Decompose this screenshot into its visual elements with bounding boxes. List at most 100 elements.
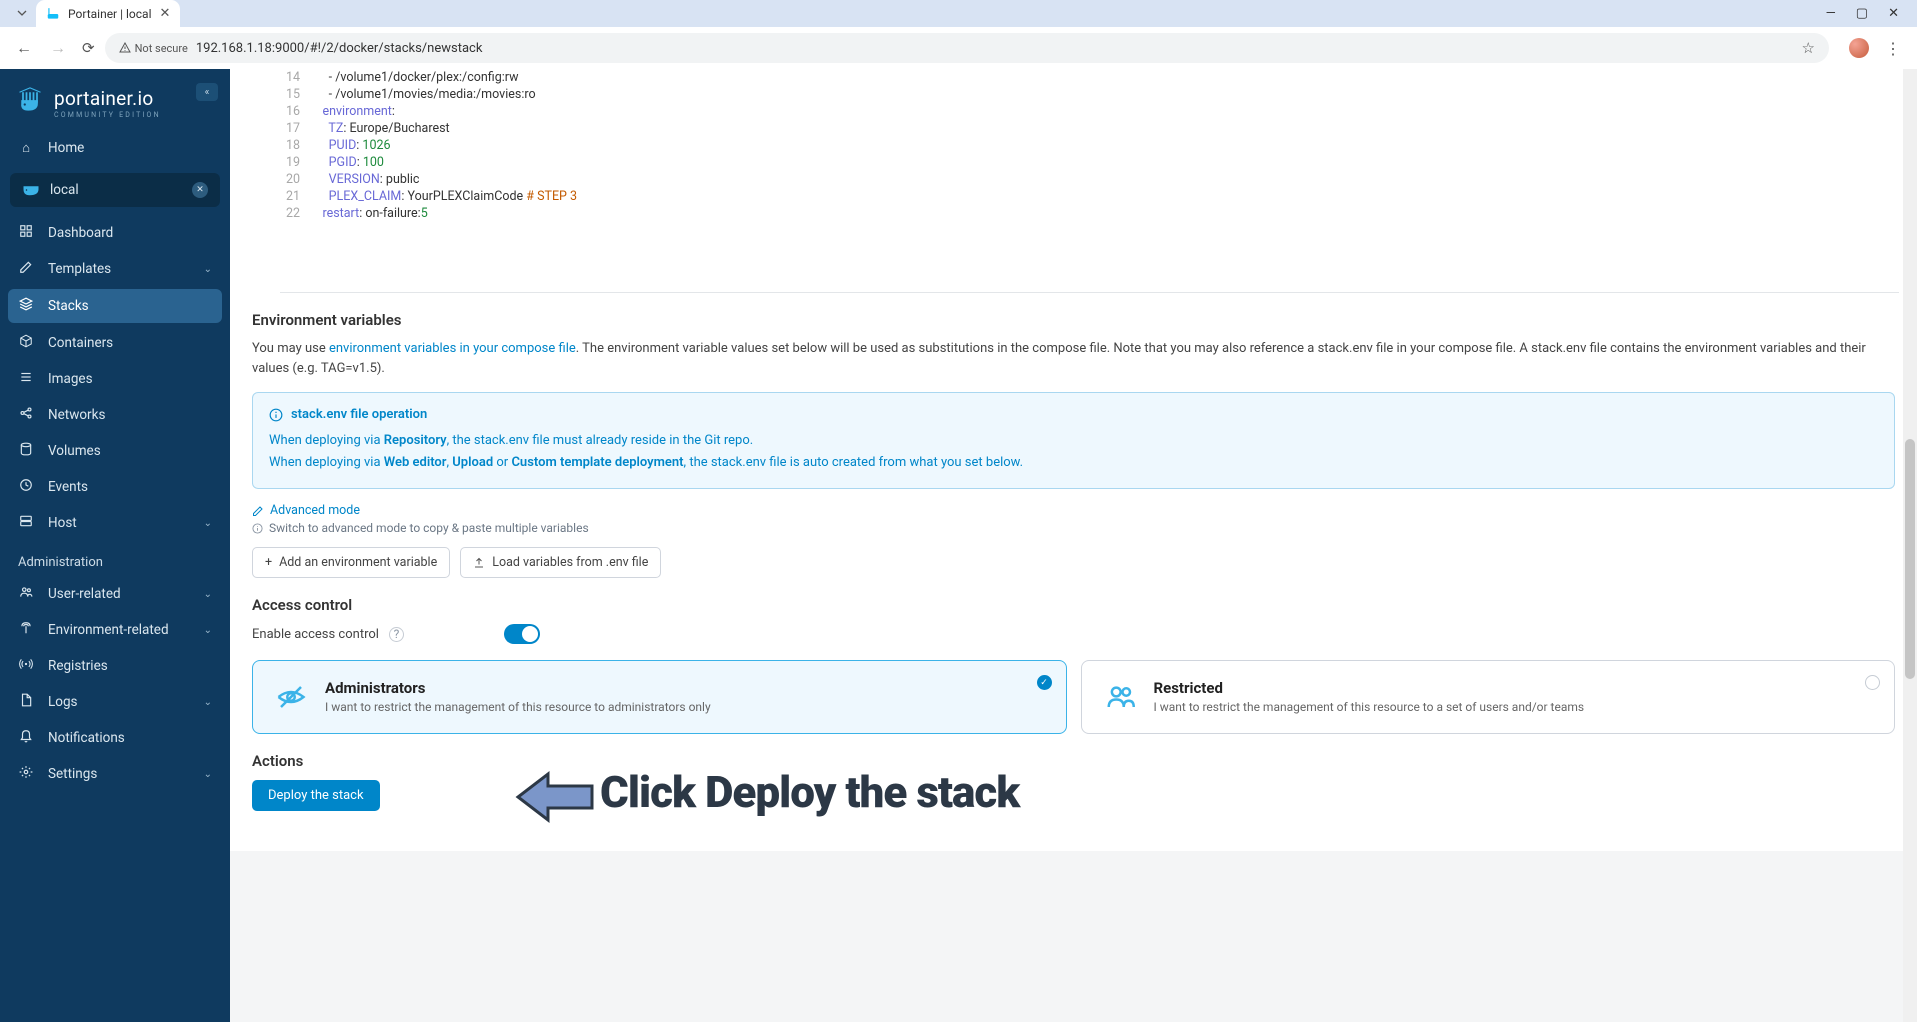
minimize-button[interactable]: —	[1826, 6, 1836, 21]
box-icon	[18, 334, 34, 352]
share-icon	[18, 406, 34, 424]
edit-icon	[252, 505, 264, 517]
tab-title: Portainer | local	[68, 7, 152, 21]
users-icon	[1102, 679, 1138, 715]
sidebar-item-templates[interactable]: Templates⌄	[0, 251, 230, 287]
clock-icon	[18, 478, 34, 496]
gear-icon	[18, 765, 34, 783]
antenna-icon	[18, 621, 34, 639]
chevron-down-icon: ⌄	[204, 518, 212, 529]
code-content[interactable]: - /volume1/docker/plex:/config:rw - /vol…	[310, 69, 1899, 222]
browser-tab-strip: Portainer | local ✕ — ▢ ✕	[0, 0, 1917, 27]
back-button[interactable]: ←	[16, 38, 32, 58]
warning-icon	[119, 42, 131, 54]
edit-icon	[18, 260, 34, 278]
sidebar-item-notifications[interactable]: Notifications	[0, 720, 230, 756]
add-env-var-button[interactable]: + Add an environment variable	[252, 547, 450, 578]
enable-access-label: Enable access control	[252, 627, 379, 642]
card-admins-sub: I want to restrict the management of thi…	[325, 700, 711, 714]
sidebar-item-containers[interactable]: Containers	[0, 325, 230, 361]
close-window-button[interactable]: ✕	[1888, 6, 1899, 21]
sidebar-item-images[interactable]: Images	[0, 361, 230, 397]
sidebar: portainer.io COMMUNITY EDITION « ⌂ Home …	[0, 69, 230, 1022]
grid-icon	[18, 224, 34, 242]
tutorial-annotation: Click Deploy the stack	[600, 766, 1019, 818]
scrollbar-track[interactable]	[1903, 69, 1917, 1022]
scrollbar-thumb[interactable]	[1905, 439, 1915, 679]
sidebar-item-dashboard[interactable]: Dashboard	[0, 215, 230, 251]
env-vars-help: You may use environment variables in you…	[252, 339, 1895, 378]
browser-tab[interactable]: Portainer | local ✕	[36, 0, 180, 27]
sidebar-item-networks[interactable]: Networks	[0, 397, 230, 433]
layers-icon	[18, 297, 34, 315]
chevron-down-icon: ⌄	[204, 769, 212, 780]
plus-icon: +	[265, 555, 272, 570]
advanced-mode-link[interactable]: Advanced mode	[252, 503, 1895, 518]
window-controls: — ▢ ✕	[1808, 0, 1917, 27]
sidebar-collapse-button[interactable]: «	[196, 83, 218, 101]
sidebar-header: portainer.io COMMUNITY EDITION «	[0, 69, 230, 131]
security-indicator[interactable]: Not secure	[119, 42, 188, 55]
line-gutter: 141516171819202122	[280, 69, 310, 222]
logo-subtitle: COMMUNITY EDITION	[54, 111, 161, 119]
admin-section-title: Administration	[0, 541, 230, 576]
card-restricted-title: Restricted	[1154, 679, 1585, 697]
close-tab-icon[interactable]: ✕	[160, 6, 171, 21]
info-small-icon	[252, 523, 263, 534]
card-restricted-sub: I want to restrict the management of thi…	[1154, 700, 1585, 714]
maximize-button[interactable]: ▢	[1856, 6, 1868, 21]
env-vars-doc-link[interactable]: environment variables in your compose fi…	[329, 341, 576, 356]
main-content: 141516171819202122 - /volume1/docker/ple…	[230, 69, 1917, 1022]
bell-icon	[18, 729, 34, 747]
sidebar-item-user-related[interactable]: User-related⌄	[0, 576, 230, 612]
sidebar-item-events[interactable]: Events	[0, 469, 230, 505]
reload-button[interactable]: ⟳	[82, 39, 95, 57]
env-selector[interactable]: local ✕	[10, 173, 220, 207]
help-icon[interactable]: ?	[389, 627, 404, 642]
forward-button[interactable]: →	[50, 38, 66, 58]
home-icon: ⌂	[18, 140, 34, 156]
tab-list-dropdown[interactable]	[13, 4, 31, 22]
address-bar[interactable]: Not secure 192.168.1.18:9000/#!/2/docker…	[105, 33, 1829, 63]
access-control-heading: Access control	[252, 596, 1895, 614]
users-icon	[18, 585, 34, 603]
list-icon	[18, 370, 34, 388]
portainer-logo-icon	[16, 87, 44, 115]
sidebar-item-environment-related[interactable]: Environment-related⌄	[0, 612, 230, 648]
browser-toolbar: ← → ⟳ Not secure 192.168.1.18:9000/#!/2/…	[0, 27, 1917, 69]
load-env-file-button[interactable]: Load variables from .env file	[460, 547, 661, 578]
portainer-favicon-icon	[46, 7, 60, 21]
deploy-stack-button[interactable]: Deploy the stack	[252, 780, 380, 811]
profile-avatar[interactable]	[1849, 38, 1869, 58]
sidebar-item-volumes[interactable]: Volumes	[0, 433, 230, 469]
env-label: local	[50, 182, 79, 198]
chevron-down-icon: ⌄	[204, 625, 212, 636]
access-admins-card[interactable]: Administrators I want to restrict the ma…	[252, 660, 1067, 734]
chevron-down-icon: ⌄	[204, 589, 212, 600]
chevron-down-icon: ⌄	[204, 697, 212, 708]
check-badge-icon: ✓	[1037, 675, 1052, 690]
access-restricted-card[interactable]: Restricted I want to restrict the manage…	[1081, 660, 1896, 734]
sidebar-item-settings[interactable]: Settings⌄	[0, 756, 230, 792]
docker-whale-icon	[22, 183, 40, 197]
browser-menu-icon[interactable]: ⋮	[1885, 39, 1901, 58]
access-control-toggle[interactable]	[504, 624, 540, 644]
stack-env-info: stack.env file operation When deploying …	[252, 392, 1895, 489]
sidebar-home[interactable]: ⌂ Home	[0, 131, 230, 165]
bookmark-star-icon[interactable]: ☆	[1802, 39, 1815, 57]
radio-icon	[18, 657, 34, 675]
upload-icon	[473, 557, 485, 569]
logo-title: portainer.io	[54, 87, 161, 110]
sidebar-item-host[interactable]: Host⌄	[0, 505, 230, 541]
actions-heading: Actions	[252, 752, 1895, 770]
sidebar-item-registries[interactable]: Registries	[0, 648, 230, 684]
sidebar-item-logs[interactable]: Logs⌄	[0, 684, 230, 720]
info-icon	[269, 408, 283, 422]
eye-off-icon	[273, 679, 309, 715]
sidebar-item-stacks[interactable]: Stacks	[8, 289, 222, 323]
env-close-icon[interactable]: ✕	[192, 182, 208, 198]
url-text: 192.168.1.18:9000/#!/2/docker/stacks/new…	[196, 41, 483, 56]
yaml-editor[interactable]: 141516171819202122 - /volume1/docker/ple…	[280, 69, 1899, 293]
chevron-down-icon: ⌄	[204, 264, 212, 275]
env-vars-heading: Environment variables	[252, 311, 1895, 329]
